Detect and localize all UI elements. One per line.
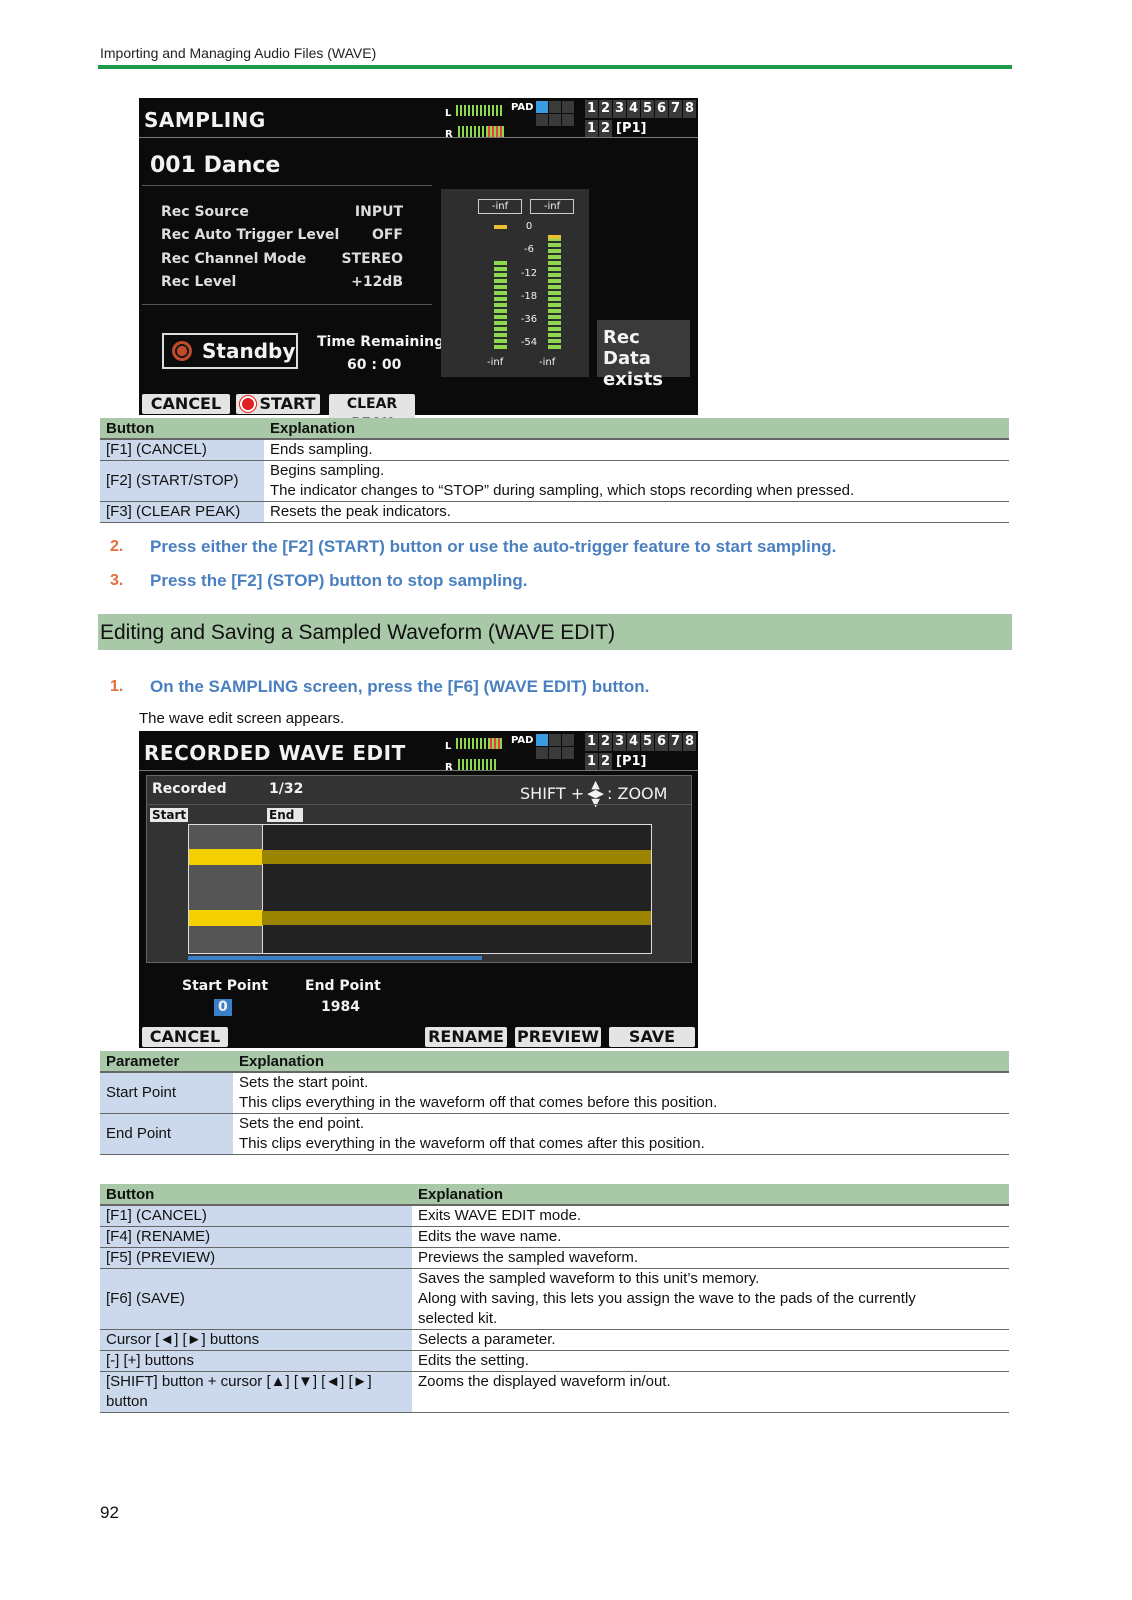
meter-peak-right (548, 235, 561, 239)
cursor-arrows-icon: ▲ ◀▶ ▼ (587, 778, 605, 809)
title-divider (139, 137, 698, 138)
kit-number-row-bottom: 12 [P1] (585, 120, 647, 138)
sampling-screen: SAMPLING L R PAD 12345678 12 [P1] 001 Da… (139, 98, 698, 434)
start-marker-tag: Start (150, 808, 189, 822)
kit-number-row-top: 12345678 (585, 100, 696, 118)
param-rec-source[interactable]: Rec Source INPUT (161, 201, 403, 224)
kit-number-row-bottom: 12 [P1] (585, 753, 647, 771)
zoom-hint: SHIFT + ▲ ◀▶ ▼ : ZOOM (520, 778, 668, 809)
screen-title: SAMPLING (144, 108, 266, 132)
screen-title: RECORDED WAVE EDIT (144, 741, 406, 765)
rename-softkey[interactable]: RENAME (425, 1027, 507, 1047)
status-text: Standby (202, 339, 296, 363)
table3-header-button: Button (100, 1184, 412, 1206)
table-row: Start Point Sets the start point. This cl… (100, 1072, 1009, 1114)
status-box: Standby (162, 333, 298, 369)
meter-r-bars (457, 126, 504, 137)
meter-l-bars (456, 105, 503, 116)
table-row: End Point Sets the end point. This clips … (100, 1113, 1009, 1155)
table-row: [F5] (PREVIEW) Previews the sampled wave… (100, 1247, 1009, 1269)
pad-label: PAD (511, 102, 534, 113)
end-marker-tag: End (267, 808, 303, 822)
table-row: [F1] (CANCEL) Exits WAVE EDIT mode. (100, 1205, 1009, 1227)
level-meters: L R (445, 734, 503, 774)
waveform-graphic (189, 849, 651, 926)
step-1-text: On the SAMPLING screen, press the [F6] (… (150, 677, 650, 696)
peak-l-indicator: -inf (478, 199, 522, 214)
start-softkey[interactable]: START (236, 394, 320, 414)
record-icon (240, 396, 257, 412)
pad-label: PAD (511, 735, 534, 746)
kit-number-row-top: 12345678 (585, 733, 696, 751)
time-remaining-label: Time Remaining (317, 334, 445, 350)
table-row: [SHIFT] button + cursor [▲] [▼] [◄] [►] b… (100, 1371, 1009, 1413)
meter-peak-left (494, 225, 507, 229)
meter-bar-left (494, 261, 507, 351)
record-status-icon (172, 341, 192, 361)
param-rec-channel-mode[interactable]: Rec Channel Mode STEREO (161, 248, 403, 271)
step-2-number: 2. (110, 538, 124, 555)
wave-scroll-bar[interactable] (188, 956, 482, 960)
table-row: [F4] (RENAME) Edits the wave name. (100, 1226, 1009, 1248)
pad-indicator-grid (536, 101, 574, 126)
table-row: [-] [+] buttons Edits the setting. (100, 1350, 1009, 1372)
step-1-note: The wave edit screen appears. (139, 710, 345, 727)
step-1-number: 1. (110, 678, 124, 695)
page-header-title: Importing and Managing Audio Files (WAVE… (100, 45, 377, 61)
bottom-inf-left: -inf (487, 357, 504, 368)
page-number: 92 (100, 1503, 119, 1522)
table1-header-explanation: Explanation (264, 418, 1009, 440)
recorded-label: Recorded (152, 781, 227, 797)
time-remaining-value: 60 : 00 (347, 357, 402, 373)
wave-edit-buttons-table: Button Explanation [F1] (CANCEL) Exits W… (100, 1184, 1009, 1413)
cancel-softkey[interactable]: CANCEL (142, 394, 230, 414)
save-softkey[interactable]: SAVE (609, 1027, 695, 1047)
table-row: [F3] (CLEAR PEAK) Resets the peak indica… (100, 501, 1009, 523)
peak-meter-panel: -inf -inf 0 -6 -12 -18 -36 -54 -inf -inf (441, 189, 589, 377)
wave-count: 1/32 (269, 781, 304, 797)
pad-indicator-grid (536, 734, 574, 759)
wave-edit-parameter-table: Parameter Explanation Start Point Sets t… (100, 1051, 1009, 1155)
peak-r-indicator: -inf (530, 199, 574, 214)
waveform-panel: Recorded 1/32 SHIFT + ▲ ◀▶ ▼ : ZOOM Start … (146, 775, 692, 963)
level-meters: L R (445, 101, 504, 141)
table-row: [F1] (CANCEL) Ends sampling. (100, 439, 1009, 461)
cancel-softkey[interactable]: CANCEL (142, 1027, 228, 1047)
table2-header-explanation: Explanation (233, 1051, 1009, 1073)
meter-scale: 0 -6 -12 -18 -36 -54 (520, 221, 538, 349)
start-point-value[interactable]: 0 (214, 999, 232, 1016)
table1-header-button: Button (100, 418, 264, 440)
step-2-text: Press either the [F2] (START) button or … (150, 537, 837, 556)
meter-bar-right (548, 237, 561, 351)
table-row: Cursor [◄] [►] buttons Selects a paramet… (100, 1329, 1009, 1351)
wave-edit-screen: RECORDED WAVE EDIT L R PAD 12345678 12 [… (139, 731, 698, 1048)
bottom-inf-right: -inf (539, 357, 556, 368)
preview-softkey[interactable]: PREVIEW (515, 1027, 601, 1047)
table2-header-parameter: Parameter (100, 1051, 233, 1073)
end-point-value[interactable]: 1984 (321, 999, 360, 1015)
table-row: [F6] (SAVE) Saves the sampled waveform t… (100, 1268, 1009, 1330)
start-point-label: Start Point (182, 978, 269, 994)
rec-data-indicator: Rec Data exists (597, 320, 690, 390)
table3-header-explanation: Explanation (412, 1184, 1009, 1206)
sampling-buttons-table: Button Explanation [F1] (CANCEL) Ends sa… (100, 418, 1009, 523)
rec-params: Rec Source INPUT Rec Auto Trigger Level OF… (161, 201, 403, 294)
end-point-label: End Point (305, 978, 381, 994)
section-heading: Editing and Saving a Sampled Waveform (W… (100, 621, 616, 644)
step-3-number: 3. (110, 572, 124, 589)
kit-name: 001 Dance (150, 153, 281, 178)
table-row: [F2] (START/STOP) Begins sampling. The in… (100, 460, 1009, 502)
header-rule (98, 65, 1012, 69)
waveform-view[interactable] (188, 824, 652, 954)
param-rec-level[interactable]: Rec Level +12dB (161, 271, 403, 294)
param-rec-auto-trigger[interactable]: Rec Auto Trigger Level OFF (161, 224, 403, 247)
step-3-text: Press the [F2] (STOP) button to stop sam… (150, 571, 528, 590)
